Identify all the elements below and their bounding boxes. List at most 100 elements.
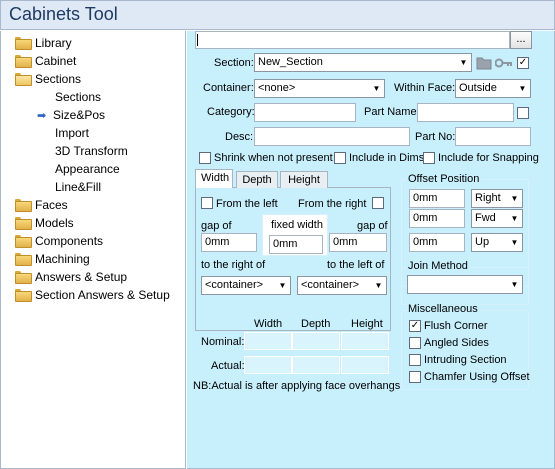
fixed-width-label: fixed width [271,219,323,231]
section-value: New_Section [258,56,323,68]
shrink-checkbox[interactable] [199,152,211,164]
tree-item-faces[interactable]: Faces [15,196,68,214]
angled-sides-label: Angled Sides [424,337,489,349]
tab-height[interactable]: Height [280,171,328,188]
folder-icon [15,253,32,266]
chamfer-offset-checkbox[interactable] [409,371,421,383]
include-snapping-checkbox[interactable] [423,152,435,164]
tree-item-label: Cabinet [35,54,77,68]
from-left-checkbox[interactable] [201,197,213,209]
dim-header-depth: Depth [301,318,331,330]
section-select[interactable]: New_Section ▼ [254,53,472,72]
title-bar: Cabinets Tool [0,0,555,30]
actual-width-cell [244,356,292,374]
tree-item-import[interactable]: Import [55,124,89,142]
chevron-down-icon: ▼ [459,58,468,67]
offset-x-input[interactable]: 0mm [409,189,465,208]
offset-x-direction-select[interactable]: Right ▼ [471,189,523,208]
chevron-down-icon: ▼ [278,281,287,290]
window-title: Cabinets Tool [9,4,118,24]
join-method-select[interactable]: ▼ [407,275,523,294]
tree-item-sections-sub[interactable]: Sections [55,88,101,106]
right-of-value: <container> [205,279,264,291]
folder-icon [15,55,32,68]
gap-left-label: gap of [201,220,232,232]
key-icon[interactable] [495,58,513,68]
tree-item-label: Appearance [55,162,120,176]
part-name-checkbox[interactable] [517,107,529,119]
offset-z-direction-value: Up [475,236,490,248]
part-no-input[interactable] [455,127,531,146]
tab-depth[interactable]: Depth [236,171,278,188]
tree-item-components[interactable]: Components [15,232,103,250]
gap-right-label: gap of [357,220,388,232]
tree-item-sections[interactable]: Sections [15,70,81,88]
tree-item-size-pos[interactable]: ➡ Size&Pos [37,106,105,124]
include-snapping-label: Include for Snapping [438,152,539,164]
section-label: Section: [214,57,254,69]
chevron-down-icon: ▼ [518,84,527,93]
tree-item-3d-transform[interactable]: 3D Transform [55,142,128,160]
from-right-checkbox[interactable] [372,197,384,209]
tree-item-answers-setup[interactable]: Answers & Setup [15,268,127,286]
offset-y-direction-value: Fwd [475,212,496,224]
section-checkbox[interactable]: ✓ [517,57,529,69]
tree-item-label: Section Answers & Setup [35,288,170,302]
offset-y-direction-select[interactable]: Fwd ▼ [471,209,523,228]
part-name-input[interactable] [417,103,514,122]
folder-icon[interactable] [476,56,492,70]
path-input[interactable] [195,31,510,49]
flush-corner-checkbox[interactable]: ✓ [409,320,421,332]
dim-header-width: Width [254,318,283,330]
gap-left-input[interactable]: 0mm [201,233,257,252]
actual-height-cell [341,356,389,374]
container-value: <none> [258,82,296,94]
flush-corner-label: Flush Corner [424,320,488,332]
tree-item-label: Library [35,36,72,50]
chevron-down-icon: ▼ [510,214,519,223]
include-dims-checkbox[interactable] [334,152,346,164]
folder-icon [15,289,32,302]
left-of-label: to the left of [327,259,385,271]
tree-item-line-fill[interactable]: Line&Fill [55,178,101,196]
tab-width[interactable]: Width [195,169,233,188]
chevron-down-icon: ▼ [510,280,519,289]
category-input[interactable] [254,103,356,122]
fixed-width-input[interactable]: 0mm [269,235,323,254]
tree-item-appearance[interactable]: Appearance [55,160,120,178]
tree-item-label: Import [55,126,90,140]
category-label: Category: [207,106,255,118]
tree-item-cabinet[interactable]: Cabinet [15,52,76,70]
folder-open-icon [15,73,32,86]
offset-z-input[interactable]: 0mm [409,233,465,252]
chevron-down-icon: ▼ [510,194,519,203]
tree-item-machining[interactable]: Machining [15,250,90,268]
intruding-section-checkbox[interactable] [409,354,421,366]
dimensions-note: NB:Actual is after applying face overhan… [193,380,401,392]
tree-item-label: Line&Fill [55,180,102,194]
left-of-value: <container> [301,279,360,291]
desc-input[interactable] [254,127,410,146]
tree-item-models[interactable]: Models [15,214,74,232]
navigation-tree: Library Cabinet Sections Sections ➡ Size&… [0,31,186,469]
from-left-label: From the left [216,198,278,210]
within-face-select[interactable]: Outside ▼ [455,79,531,98]
from-right-label: From the right [298,198,367,210]
offset-z-direction-select[interactable]: Up ▼ [471,233,523,252]
browse-button[interactable]: ... [510,31,532,49]
container-select[interactable]: <none> ▼ [254,79,385,98]
tree-item-label: Sections [35,72,82,86]
angled-sides-checkbox[interactable] [409,337,421,349]
dim-header-height: Height [351,318,383,330]
within-face-label: Within Face: [394,82,456,94]
tree-item-label: Faces [35,198,68,212]
left-of-select[interactable]: <container> ▼ [297,276,387,295]
offset-y-input[interactable]: 0mm [409,209,465,228]
folder-icon [15,199,32,212]
chevron-down-icon: ▼ [374,281,383,290]
right-of-select[interactable]: <container> ▼ [201,276,291,295]
tree-item-section-answers-setup[interactable]: Section Answers & Setup [15,286,170,304]
nominal-width-cell [244,332,292,350]
gap-right-input[interactable]: 0mm [329,233,387,252]
tree-item-library[interactable]: Library [15,34,72,52]
